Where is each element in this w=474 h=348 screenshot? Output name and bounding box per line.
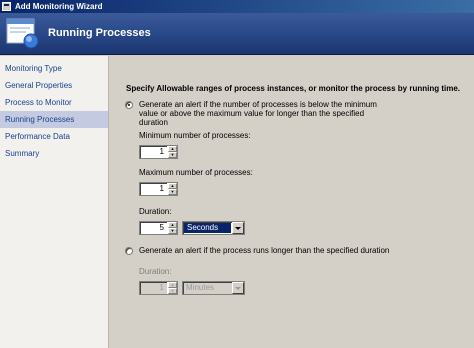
min-processes-label: Minimum number of processes: (139, 131, 251, 140)
duration-unit-select[interactable]: Seconds (182, 221, 245, 235)
spin-down-icon[interactable]: ▼ (168, 152, 177, 158)
page-title: Running Processes (48, 27, 151, 39)
window-titlebar: Add Monitoring Wizard (0, 0, 474, 13)
duration-unit-value[interactable]: Seconds (184, 223, 231, 233)
duration-label: Duration: (139, 207, 172, 216)
running-time-option-label: Generate an alert if the process runs lo… (139, 246, 390, 255)
duration-stepper[interactable]: 5 ▲ ▼ (139, 221, 178, 235)
spin-down-icon[interactable]: ▼ (168, 288, 177, 294)
sidebar-item-monitoring-type[interactable]: Monitoring Type (0, 60, 108, 77)
app-icon (2, 2, 11, 11)
min-processes-value[interactable]: 1 (140, 146, 167, 158)
wizard-window-icon (6, 18, 39, 49)
option1-label-line3: duration (139, 118, 168, 127)
sidebar-item-performance-data[interactable]: Performance Data (0, 128, 108, 145)
running-time-radio[interactable] (125, 247, 133, 255)
instances-range-radio[interactable] (125, 101, 133, 109)
min-processes-stepper[interactable]: 1 ▲ ▼ (139, 145, 178, 159)
running-duration-unit-value[interactable]: Minutes (183, 282, 232, 294)
wizard-steps-sidebar: Monitoring Type General Properties Proce… (0, 56, 109, 348)
sidebar-item-general-properties[interactable]: General Properties (0, 77, 108, 94)
running-duration-value[interactable]: 1 (140, 282, 167, 294)
window-title: Add Monitoring Wizard (15, 2, 103, 11)
chevron-down-icon[interactable] (232, 222, 244, 234)
spin-down-icon[interactable]: ▼ (168, 228, 177, 234)
option1-label-line2: value or above the maximum value for lon… (139, 109, 365, 118)
chevron-down-icon[interactable] (232, 282, 244, 294)
running-duration-stepper[interactable]: 1 ▲ ▼ (139, 281, 178, 295)
sidebar-item-process-to-monitor[interactable]: Process to Monitor (0, 94, 108, 111)
sidebar-item-summary[interactable]: Summary (0, 145, 108, 162)
instances-range-option-label: Generate an alert if the number of proce… (139, 100, 379, 127)
running-duration-unit-select[interactable]: Minutes (182, 281, 245, 295)
max-processes-label: Maximum number of processes: (139, 168, 253, 177)
main-content: Specify Allowable ranges of process inst… (110, 56, 474, 348)
sidebar-item-running-processes[interactable]: Running Processes (0, 111, 108, 128)
section-heading: Specify Allowable ranges of process inst… (126, 84, 461, 93)
max-processes-stepper[interactable]: 1 ▲ ▼ (139, 182, 178, 196)
duration-value[interactable]: 5 (140, 222, 167, 234)
max-processes-value[interactable]: 1 (140, 183, 167, 195)
option1-label-line1: Generate an alert if the number of proce… (139, 100, 377, 109)
running-duration-label: Duration: (139, 267, 172, 276)
spin-down-icon[interactable]: ▼ (168, 189, 177, 195)
wizard-header: Running Processes (0, 13, 474, 55)
